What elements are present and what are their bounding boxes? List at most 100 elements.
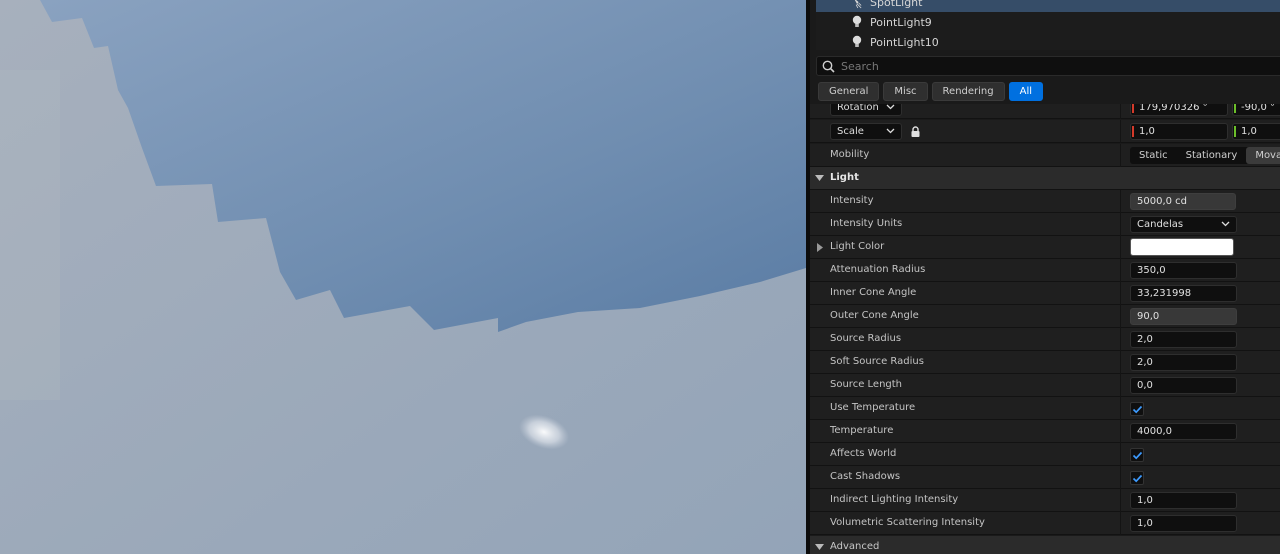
column-split <box>1120 466 1121 489</box>
column-split <box>1120 489 1121 512</box>
soft-source-radius-field[interactable]: 2,0 <box>1130 354 1237 371</box>
column-split <box>1120 305 1121 328</box>
column-split <box>1120 236 1121 259</box>
use-temperature-checkbox[interactable] <box>1130 402 1144 416</box>
filter-rendering[interactable]: Rendering <box>931 82 1005 101</box>
source-length-field[interactable]: 0,0 <box>1130 377 1237 394</box>
column-split <box>1120 120 1121 143</box>
scale-y-field[interactable]: 1,0 <box>1232 123 1280 140</box>
checkmark-icon <box>1132 405 1143 414</box>
outliner-item-spotlight[interactable]: SpotLight <box>816 0 1280 12</box>
attenuation-radius-field[interactable]: 350,0 <box>1130 262 1237 279</box>
intensity-field[interactable]: 5000,0 cd <box>1130 193 1236 210</box>
property-scale: Scale 1,0 1,0 <box>810 120 1280 143</box>
light-color-swatch[interactable] <box>1130 238 1234 256</box>
column-split <box>1120 213 1121 236</box>
rotation-y-field[interactable]: -90,0 ° <box>1232 104 1280 116</box>
source-radius-label: Source Radius <box>830 333 902 344</box>
details-panel: SpotLight PointLight9 PointLight10 Gener… <box>810 0 1280 554</box>
property-grid: Rotation 179,970326 ° -90,0 ° Scale 1,0 … <box>810 104 1280 554</box>
column-split <box>1120 351 1121 374</box>
filter-tabs: General Misc Rendering All <box>818 82 1044 102</box>
section-light-header[interactable]: Light <box>810 167 1280 190</box>
collapse-caret-icon <box>815 175 824 181</box>
mobility-static[interactable]: Static <box>1130 147 1177 164</box>
property-rotation: Rotation 179,970326 ° -90,0 ° <box>810 104 1280 119</box>
property-cast-shadows: Cast Shadows <box>810 466 1280 489</box>
column-split <box>1120 328 1121 351</box>
outliner-list: SpotLight PointLight9 PointLight10 <box>816 0 1280 50</box>
section-advanced-header[interactable]: Advanced <box>810 536 1280 554</box>
collapse-caret-icon <box>815 544 824 550</box>
column-split <box>1120 259 1121 282</box>
scale-mode-dropdown[interactable]: Scale <box>830 123 902 140</box>
checkmark-icon <box>1132 451 1143 460</box>
outer-cone-angle-label: Outer Cone Angle <box>830 310 919 321</box>
volumetric-scattering-intensity-label: Volumetric Scattering Intensity <box>830 517 985 528</box>
property-use-temperature: Use Temperature <box>810 397 1280 420</box>
property-source-length: Source Length 0,0 <box>810 374 1280 397</box>
mobility-label: Mobility <box>830 149 870 160</box>
section-light-title: Light <box>830 172 859 183</box>
rotation-mode-dropdown[interactable]: Rotation <box>830 104 902 116</box>
property-soft-source-radius: Soft Source Radius 2,0 <box>810 351 1280 374</box>
column-split <box>1120 144 1121 167</box>
property-affects-world: Affects World <box>810 443 1280 466</box>
column-split <box>1120 190 1121 213</box>
outliner-item-pointlight10[interactable]: PointLight10 <box>816 32 1280 50</box>
cast-shadows-label: Cast Shadows <box>830 471 901 482</box>
soft-source-radius-label: Soft Source Radius <box>830 356 924 367</box>
property-outer-cone-angle: Outer Cone Angle 90,0 <box>810 305 1280 328</box>
filter-all[interactable]: All <box>1008 82 1044 101</box>
outliner-item-label: SpotLight <box>870 0 923 9</box>
column-split <box>1120 104 1121 119</box>
filter-general[interactable]: General <box>818 82 880 101</box>
volumetric-scattering-intensity-field[interactable]: 1,0 <box>1130 515 1237 532</box>
spotlight-icon <box>854 0 862 9</box>
intensity-label: Intensity <box>830 195 874 206</box>
column-split <box>1120 282 1121 305</box>
affects-world-checkbox[interactable] <box>1130 448 1144 462</box>
property-source-radius: Source Radius 2,0 <box>810 328 1280 351</box>
scale-x-field[interactable]: 1,0 <box>1130 123 1228 140</box>
mobility-stationary[interactable]: Stationary <box>1177 147 1247 164</box>
outliner-item-pointlight9[interactable]: PointLight9 <box>816 12 1280 32</box>
column-split <box>1120 512 1121 535</box>
search-icon <box>822 60 835 73</box>
intensity-units-dropdown[interactable]: Candelas <box>1130 216 1237 233</box>
chevron-down-icon <box>886 128 895 134</box>
mobility-movable[interactable]: Movable <box>1246 147 1280 164</box>
lock-icon[interactable] <box>910 126 921 138</box>
details-search <box>816 56 1280 76</box>
rotation-x-field[interactable]: 179,970326 ° <box>1130 104 1228 116</box>
pointlight-icon <box>852 35 862 47</box>
light-color-label: Light Color <box>830 241 885 252</box>
column-split <box>1120 374 1121 397</box>
cast-shadows-checkbox[interactable] <box>1130 471 1144 485</box>
indirect-lighting-intensity-field[interactable]: 1,0 <box>1130 492 1237 509</box>
outer-cone-angle-field[interactable]: 90,0 <box>1130 308 1237 325</box>
expand-arrow-icon[interactable] <box>817 243 823 252</box>
property-inner-cone-angle: Inner Cone Angle 33,231998 <box>810 282 1280 305</box>
outliner-item-label: PointLight10 <box>870 35 939 49</box>
rotation-label: Rotation <box>837 104 879 113</box>
inner-cone-angle-field[interactable]: 33,231998 <box>1130 285 1237 302</box>
property-mobility: Mobility Static Stationary Movable <box>810 144 1280 167</box>
checkmark-icon <box>1132 474 1143 483</box>
level-viewport[interactable] <box>0 0 806 554</box>
filter-misc[interactable]: Misc <box>883 82 928 101</box>
property-indirect-lighting-intensity: Indirect Lighting Intensity 1,0 <box>810 489 1280 512</box>
temperature-field[interactable]: 4000,0 <box>1130 423 1237 440</box>
property-temperature: Temperature 4000,0 <box>810 420 1280 443</box>
source-radius-field[interactable]: 2,0 <box>1130 331 1237 348</box>
section-advanced-title: Advanced <box>830 541 880 552</box>
inner-cone-angle-label: Inner Cone Angle <box>830 287 917 298</box>
column-split <box>1120 443 1121 466</box>
outliner-item-label: PointLight9 <box>870 15 932 29</box>
temperature-label: Temperature <box>830 425 894 436</box>
pointlight-icon <box>852 15 862 27</box>
intensity-units-value: Candelas <box>1137 219 1184 230</box>
property-attenuation-radius: Attenuation Radius 350,0 <box>810 259 1280 282</box>
search-input[interactable] <box>841 58 1261 74</box>
chevron-down-icon <box>1221 221 1230 227</box>
